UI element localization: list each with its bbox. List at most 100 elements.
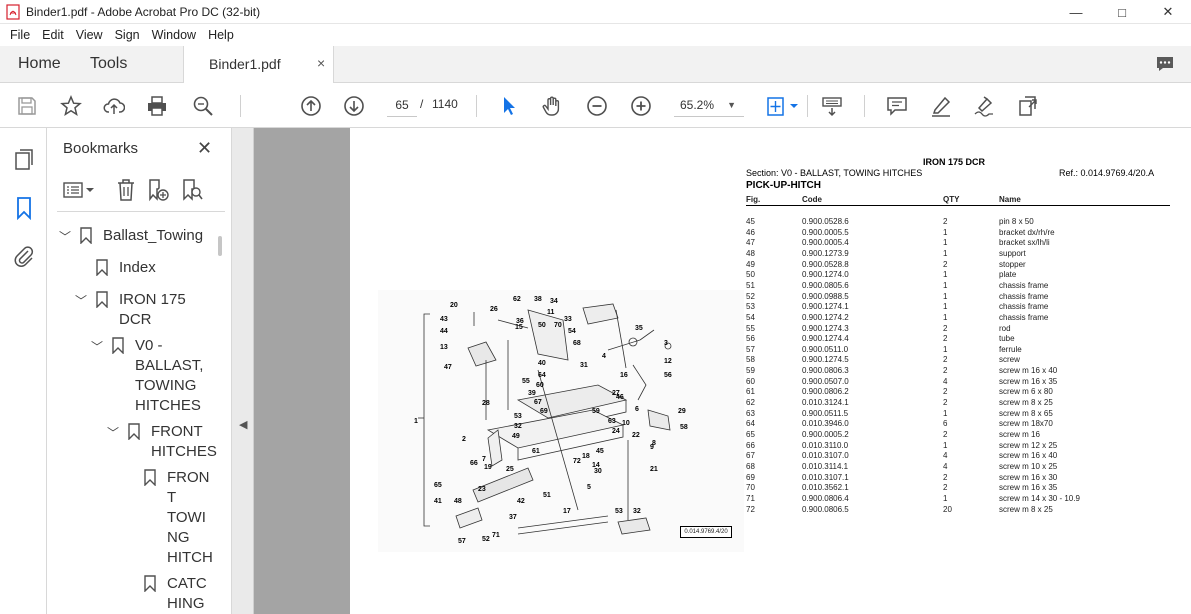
next-page-icon[interactable] bbox=[342, 94, 366, 118]
page-number-input[interactable]: 65 bbox=[387, 93, 417, 117]
minimize-button[interactable]: — bbox=[1053, 0, 1099, 24]
menu-window[interactable]: Window bbox=[146, 28, 202, 42]
bookmark-index[interactable]: Index bbox=[119, 258, 156, 278]
close-window-button[interactable]: ✕ bbox=[1145, 0, 1191, 24]
bookmark-panel-icon[interactable] bbox=[12, 196, 36, 220]
comment-icon[interactable] bbox=[885, 94, 909, 118]
comment-bubble-icon[interactable] bbox=[1155, 54, 1175, 74]
fill-sign-icon[interactable] bbox=[972, 94, 996, 118]
part-fig: 63 bbox=[746, 408, 755, 418]
part-code: 0.900.1274.1 bbox=[802, 302, 849, 312]
bookmarks-scrollbar[interactable] bbox=[218, 236, 222, 256]
diagram-callout-label: 2 bbox=[462, 436, 466, 443]
parts-table-row: 71 0.900.0806.4 1 screw m 14 x 30 - 10.9 bbox=[746, 494, 1170, 505]
bookmark-options-icon[interactable] bbox=[62, 178, 96, 202]
attachment-paperclip-icon[interactable] bbox=[12, 244, 36, 268]
part-fig: 48 bbox=[746, 248, 755, 258]
part-name: bracket sx/lh/li bbox=[999, 238, 1050, 248]
diagram-callout-label: 57 bbox=[458, 538, 466, 545]
tab-tools[interactable]: Tools bbox=[90, 55, 127, 73]
parts-table-row: 60 0.900.0507.0 4 screw m 16 x 35 bbox=[746, 377, 1170, 388]
bookmark-v0-line1[interactable]: V0 - bbox=[135, 336, 163, 356]
hand-tool-icon[interactable] bbox=[540, 94, 564, 118]
bookmark-catching-line1[interactable]: CATC bbox=[167, 574, 207, 594]
diagram-callout-label: 49 bbox=[512, 433, 520, 440]
menu-file[interactable]: File bbox=[4, 28, 36, 42]
part-code: 0.900.0988.5 bbox=[802, 291, 849, 301]
bookmark-front-towing-line1[interactable]: FRON bbox=[167, 468, 210, 488]
panel-collapse-strip[interactable]: ◀ bbox=[232, 128, 254, 614]
page-fit-icon[interactable] bbox=[764, 94, 800, 118]
bookmark-front-towing-line5[interactable]: HITCH bbox=[167, 548, 213, 568]
diagram-callout-label: 58 bbox=[680, 424, 688, 431]
part-fig: 69 bbox=[746, 472, 755, 482]
previous-page-icon[interactable] bbox=[299, 94, 323, 118]
zoom-in-icon[interactable] bbox=[629, 94, 653, 118]
print-icon[interactable] bbox=[145, 94, 169, 118]
chevron-down-icon[interactable]: ﹀ bbox=[59, 228, 71, 245]
doc-reference: Ref.: 0.014.9769.4/20.A bbox=[1059, 168, 1155, 178]
chevron-down-icon[interactable]: ﹀ bbox=[107, 424, 119, 441]
diagram-callout-label: 53 bbox=[615, 508, 623, 515]
diagram-callout-label: 40 bbox=[538, 360, 546, 367]
zoom-level-select[interactable]: 65.2% ▼ bbox=[674, 93, 744, 117]
part-code: 0.900.0805.6 bbox=[802, 280, 849, 290]
tab-close-button[interactable]: × bbox=[317, 55, 325, 71]
parts-table-row: 67 0.010.3107.0 4 screw m 16 x 40 bbox=[746, 451, 1170, 462]
diagram-callout-label: 63 bbox=[608, 418, 616, 425]
select-cursor-icon[interactable] bbox=[497, 94, 521, 118]
tab-home[interactable]: Home bbox=[18, 55, 61, 73]
diagram-drawing bbox=[418, 303, 672, 535]
bookmark-icon bbox=[80, 227, 92, 244]
part-name: screw m 6 x 80 bbox=[999, 387, 1053, 397]
delete-trash-icon[interactable] bbox=[114, 178, 138, 202]
diagram-callout-label: 9 bbox=[650, 444, 654, 451]
zoom-search-icon[interactable] bbox=[191, 94, 215, 118]
part-fig: 45 bbox=[746, 217, 755, 226]
tab-document[interactable]: Binder1.pdf × bbox=[183, 46, 334, 83]
bookmarks-close-button[interactable]: ✕ bbox=[197, 138, 212, 159]
bookmark-v0-line3[interactable]: TOWING bbox=[135, 376, 196, 396]
menu-help[interactable]: Help bbox=[202, 28, 240, 42]
menu-sign[interactable]: Sign bbox=[109, 28, 146, 42]
chevron-down-icon[interactable]: ﹀ bbox=[75, 292, 87, 309]
bookmark-front-towing-line4[interactable]: NG bbox=[167, 528, 190, 548]
bookmark-front-hitches-line1[interactable]: FRONT bbox=[151, 422, 203, 442]
bookmark-front-hitches-line2[interactable]: HITCHES bbox=[151, 442, 217, 462]
bookmark-v0-line4[interactable]: HITCHES bbox=[135, 396, 201, 416]
part-code: 0.900.0528.6 bbox=[802, 217, 849, 226]
menu-view[interactable]: View bbox=[70, 28, 109, 42]
new-bookmark-icon[interactable] bbox=[146, 178, 170, 202]
chevron-down-icon[interactable]: ﹀ bbox=[91, 338, 103, 355]
diagram-callout-label: 59 bbox=[592, 408, 600, 415]
bookmark-iron-175-line1[interactable]: IRON 175 bbox=[119, 290, 186, 310]
collapse-left-icon[interactable]: ◀ bbox=[239, 418, 247, 431]
upload-cloud-icon[interactable] bbox=[102, 94, 126, 118]
bookmark-front-towing-line3[interactable]: TOWI bbox=[167, 508, 206, 528]
part-qty: 1 bbox=[943, 248, 948, 258]
maximize-button[interactable]: □ bbox=[1099, 0, 1145, 24]
page-thumbnails-icon[interactable] bbox=[12, 148, 36, 172]
parts-table-row: 46 0.900.0005.5 1 bracket dx/rh/re bbox=[746, 228, 1170, 239]
part-name: screw m 8 x 25 bbox=[999, 504, 1053, 514]
keyboard-scroll-icon[interactable] bbox=[820, 94, 844, 118]
part-code: 0.010.3107.1 bbox=[802, 472, 849, 482]
zoom-out-icon[interactable] bbox=[585, 94, 609, 118]
bookmark-iron-175-line2[interactable]: DCR bbox=[119, 310, 152, 330]
find-bookmark-icon[interactable] bbox=[180, 178, 204, 202]
highlight-pen-icon[interactable] bbox=[929, 94, 953, 118]
menu-edit[interactable]: Edit bbox=[36, 28, 70, 42]
pdf-page: IRON 175 DCR Section: V0 - BALLAST, TOWI… bbox=[350, 128, 1191, 614]
star-bookmark-icon[interactable] bbox=[59, 94, 83, 118]
parts-table-row: 64 0.010.3946.0 6 screw m 18x70 bbox=[746, 419, 1170, 430]
save-icon[interactable] bbox=[15, 94, 39, 118]
part-name: rod bbox=[999, 323, 1011, 333]
part-name: screw m 16 bbox=[999, 430, 1040, 439]
bookmark-ballast-towing[interactable]: Ballast_Towing bbox=[103, 226, 203, 246]
bookmark-front-towing-line2[interactable]: T bbox=[167, 488, 176, 508]
diagram-callout-label: 45 bbox=[596, 448, 604, 455]
part-fig: 64 bbox=[746, 419, 755, 429]
share-send-icon[interactable] bbox=[1016, 94, 1040, 118]
bookmark-v0-line2[interactable]: BALLAST, bbox=[135, 356, 203, 376]
bookmark-catching-line2[interactable]: HING bbox=[167, 594, 205, 614]
